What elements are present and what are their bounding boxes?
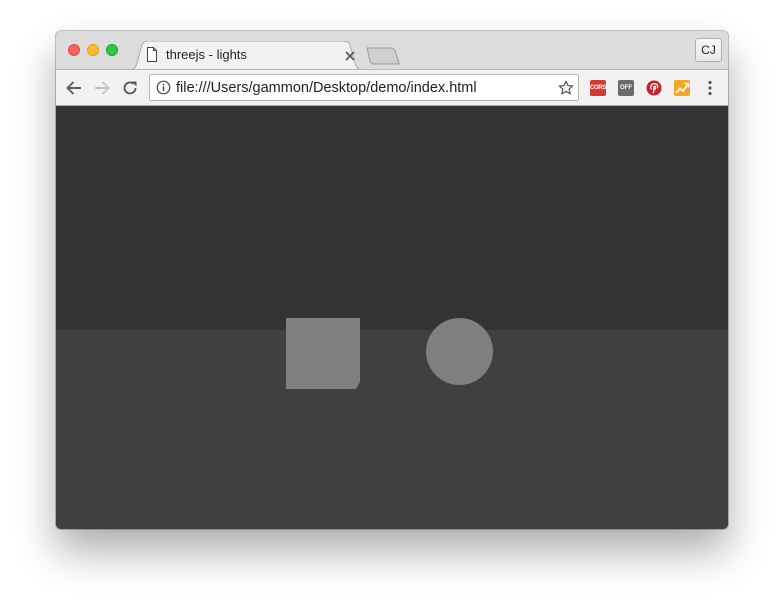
browser-window: threejs - lights CJ file:///Users/gammon… (56, 31, 728, 529)
toolbar: file:///Users/gammon/Desktop/demo/index.… (56, 69, 728, 106)
tab-strip: threejs - lights CJ (56, 31, 728, 70)
scene-sphere (426, 318, 493, 385)
url-text[interactable]: file:///Users/gammon/Desktop/demo/index.… (176, 80, 477, 96)
scene-floor (56, 330, 728, 529)
tab-active[interactable]: threejs - lights (128, 41, 364, 70)
scene-cube (286, 318, 360, 389)
analytics-extension-icon[interactable] (674, 80, 690, 96)
info-icon[interactable] (156, 80, 171, 100)
menu-dots-icon[interactable] (706, 80, 714, 101)
document-icon (146, 47, 158, 67)
off-extension-icon[interactable]: OFF (618, 80, 634, 96)
new-tab-button[interactable] (366, 47, 400, 70)
reload-icon[interactable] (121, 79, 139, 102)
address-bar[interactable]: file:///Users/gammon/Desktop/demo/index.… (149, 74, 579, 101)
webgl-canvas[interactable] (56, 106, 728, 529)
window-close-button[interactable] (68, 44, 80, 56)
window-maximize-button[interactable] (106, 44, 118, 56)
close-tab-icon[interactable] (344, 49, 356, 67)
tab-title: threejs - lights (166, 47, 247, 62)
forward-arrow-icon[interactable] (93, 79, 111, 102)
back-arrow-icon[interactable] (65, 79, 83, 102)
profile-button[interactable]: CJ (695, 38, 722, 62)
cors-extension-icon[interactable]: CORS (590, 80, 606, 96)
bookmark-star-icon[interactable] (558, 80, 574, 101)
window-minimize-button[interactable] (87, 44, 99, 56)
pinterest-extension-icon[interactable] (646, 80, 662, 96)
